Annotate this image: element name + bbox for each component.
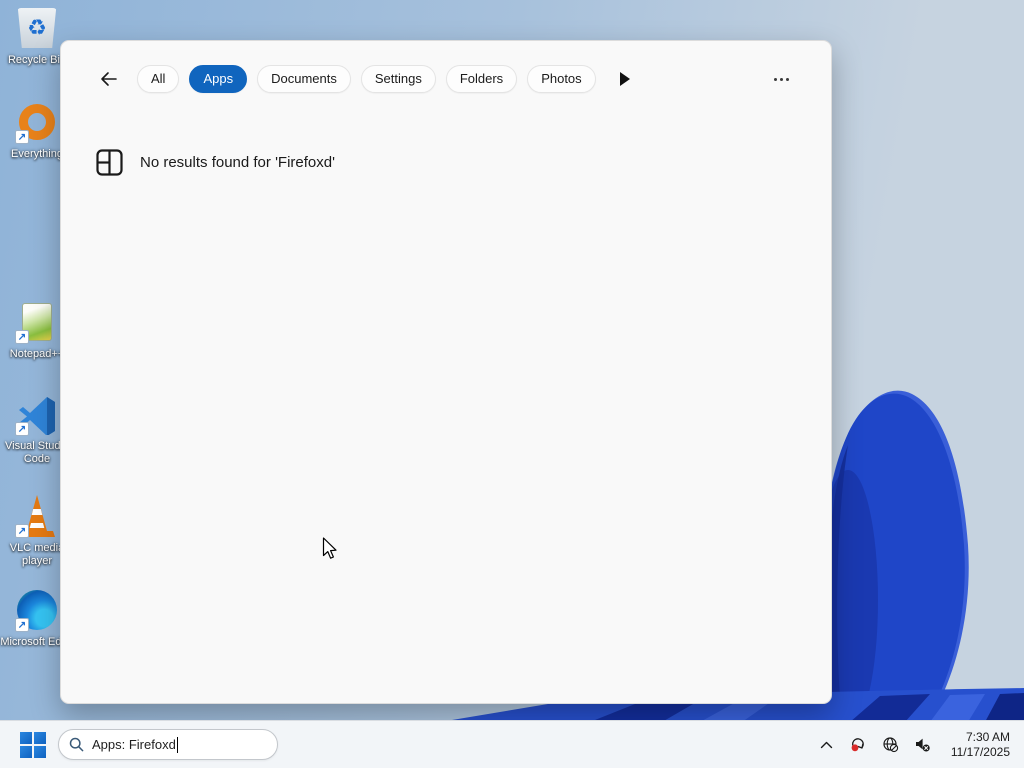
apps-grid-icon (96, 149, 123, 176)
recycle-bin-icon: ♻ (13, 4, 61, 52)
tab-settings[interactable]: Settings (360, 65, 436, 93)
clock-date: 11/17/2025 (950, 744, 1010, 759)
vlc-media-player-icon: ↗ (13, 492, 61, 540)
tab-all[interactable]: All (137, 65, 180, 93)
windows-logo-icon (20, 731, 32, 744)
search-filter-tabs: All Apps Documents Settings Folders Phot… (61, 41, 831, 93)
system-tray: 7:30 AM 11/17/2025 (817, 730, 1024, 760)
shortcut-arrow-icon: ↗ (15, 330, 29, 344)
search-results-window: All Apps Documents Settings Folders Phot… (60, 40, 832, 704)
taskbar-clock[interactable]: 7:30 AM 11/17/2025 (951, 730, 1010, 760)
desktop-icon-label: Notepad++ (9, 348, 65, 360)
back-button[interactable] (99, 69, 119, 89)
shortcut-arrow-icon: ↗ (15, 618, 29, 632)
shortcut-arrow-icon: ↗ (15, 524, 29, 538)
desktop: ♻ Recycle Bin ↗ Everything ↗ Notepad++ ↗… (0, 0, 1024, 768)
everything-icon: ↗ (13, 98, 61, 146)
back-arrow-icon (101, 72, 117, 86)
desktop-icon-label: Recycle Bin (7, 54, 67, 66)
text-caret (176, 736, 178, 753)
tab-apps[interactable]: Apps (189, 65, 248, 93)
tabs-scroll-right-icon[interactable] (619, 72, 630, 86)
visual-studio-code-icon: ↗ (13, 390, 61, 438)
taskbar-search-box[interactable]: Apps: Firefoxd (58, 729, 278, 760)
no-results-message: No results found for 'Firefoxd' (140, 154, 335, 171)
tab-photos[interactable]: Photos (527, 65, 596, 93)
notepad-plus-plus-icon: ↗ (13, 298, 61, 346)
search-icon (69, 737, 84, 752)
mouse-cursor (322, 537, 337, 559)
volume-status-button[interactable] (913, 733, 933, 757)
start-button[interactable] (20, 731, 46, 758)
more-options-button[interactable] (768, 72, 795, 87)
shortcut-arrow-icon: ↗ (15, 422, 29, 436)
search-input-value: Apps: Firefoxd (92, 737, 176, 752)
show-hidden-icons-button[interactable] (817, 733, 837, 757)
desktop-icon-label: Everything (11, 148, 63, 160)
tab-documents[interactable]: Documents (257, 65, 351, 93)
network-status-button[interactable] (881, 733, 901, 757)
sync-status-button[interactable] (849, 733, 869, 757)
shortcut-arrow-icon: ↗ (15, 130, 29, 144)
clock-time: 7:30 AM (965, 729, 1010, 744)
chevron-up-icon (821, 741, 833, 748)
microsoft-edge-icon: ↗ (13, 586, 61, 634)
no-internet-globe-icon (883, 737, 899, 753)
speaker-muted-icon (916, 738, 931, 752)
no-results-row: No results found for 'Firefoxd' (61, 93, 831, 176)
sync-arrow-red-dot-icon (851, 738, 865, 752)
tab-folders[interactable]: Folders (445, 65, 518, 93)
taskbar: Apps: Firefoxd 7:30 AM 11/17/2025 (0, 720, 1024, 768)
